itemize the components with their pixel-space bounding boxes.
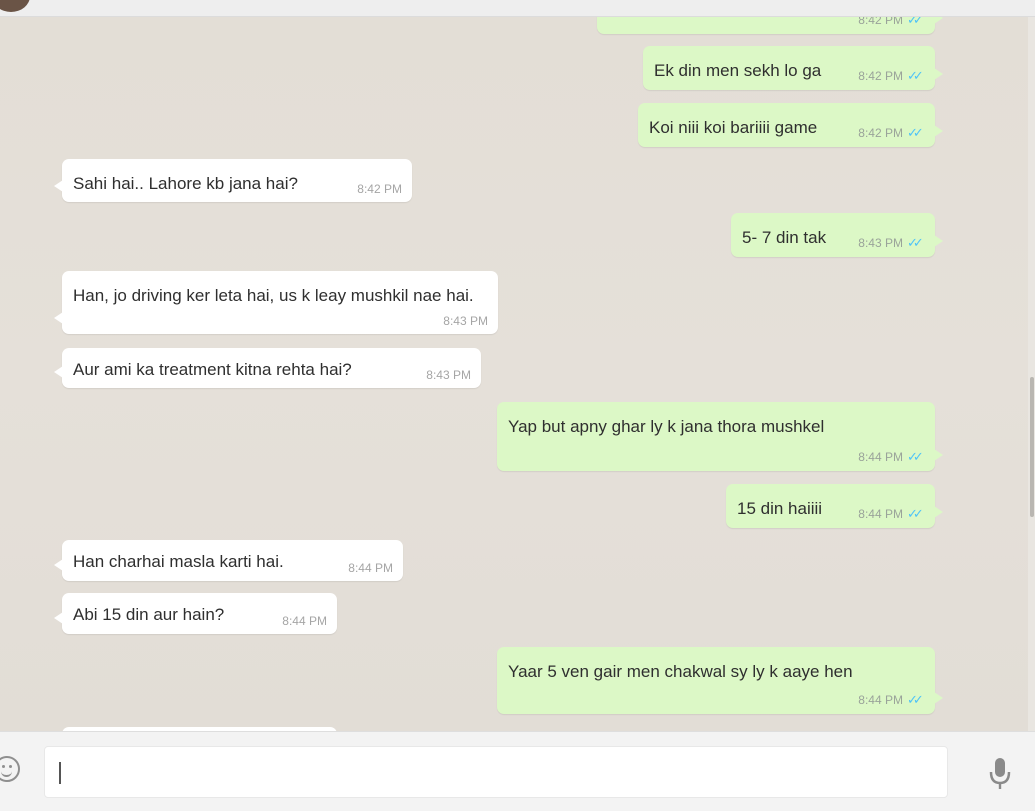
- message-text: Han charhai masla karti hai.: [73, 552, 284, 571]
- message-meta: 8:44 PM ✓✓: [858, 505, 925, 523]
- chat-window: 8:42 PM ✓✓ Ek din men sekh lo ga 8:42 PM…: [0, 0, 1035, 811]
- message-meta: 8:42 PM ✓✓: [858, 124, 925, 142]
- text-caret: [59, 762, 61, 784]
- scrollbar-thumb[interactable]: [1030, 377, 1034, 517]
- message-outgoing[interactable]: Koi niii koi bariiii game 8:42 PM ✓✓: [638, 103, 943, 147]
- message-meta: 8:42 PM ✓✓: [858, 17, 925, 29]
- message-text: Sahi hai.. Lahore kb jana hai?: [73, 174, 298, 193]
- message-outgoing[interactable]: 5- 7 din tak 8:43 PM ✓✓: [731, 213, 943, 257]
- message-time: 8:44 PM: [282, 613, 327, 628]
- message-time: 8:44 PM: [858, 450, 903, 465]
- double-check-icon: ✓✓: [907, 125, 924, 141]
- message-incoming[interactable]: Han charhai masla karti hai. 8:44 PM: [54, 540, 403, 581]
- message-meta: 8:42 PM: [357, 181, 402, 197]
- message-meta: 8:44 PM ✓✓: [858, 691, 925, 709]
- message-incoming[interactable]: Aur ami ka treatment kitna rehta hai? 8:…: [54, 348, 481, 388]
- message-incoming[interactable]: Han, jo driving ker leta hai, us k leay …: [54, 271, 498, 334]
- avatar[interactable]: [0, 0, 30, 12]
- double-check-icon: ✓✓: [907, 17, 924, 28]
- message-meta: 8:44 PM: [282, 613, 327, 629]
- message-time: 8:44 PM: [858, 693, 903, 708]
- message-time: 8:44 PM: [348, 560, 393, 575]
- message-meta: 8:43 PM ✓✓: [858, 234, 925, 252]
- message-text: Aur ami ka treatment kitna rehta hai?: [73, 360, 352, 379]
- message-outgoing[interactable]: Yap but apny ghar ly k jana thora mushke…: [497, 402, 943, 471]
- message-text: Yap but apny ghar ly k jana thora mushke…: [508, 417, 825, 436]
- message-incoming[interactable]: Abi 15 din aur hain? 8:44 PM: [54, 593, 337, 634]
- message-time: 8:42 PM: [858, 126, 903, 141]
- message-text: Yaar 5 ven gair men chakwal sy ly k aaye…: [508, 662, 853, 681]
- message-time: 8:42 PM: [357, 181, 402, 196]
- message-time: 8:42 PM: [858, 17, 903, 28]
- double-check-icon: ✓✓: [907, 506, 924, 522]
- message-time: 8:43 PM: [426, 367, 471, 382]
- message-input[interactable]: [44, 746, 948, 798]
- message-time: 8:44 PM: [858, 507, 903, 522]
- message-time: 8:43 PM: [443, 313, 488, 328]
- chat-header: [0, 0, 1035, 17]
- message-list[interactable]: 8:42 PM ✓✓ Ek din men sekh lo ga 8:42 PM…: [0, 17, 1028, 731]
- message-incoming[interactable]: Sahi hai.. Lahore kb jana hai? 8:42 PM: [54, 159, 412, 202]
- message-text: Han, jo driving ker leta hai, us k leay …: [73, 286, 474, 305]
- double-check-icon: ✓✓: [907, 235, 924, 251]
- double-check-icon: ✓✓: [907, 68, 924, 84]
- double-check-icon: ✓✓: [907, 449, 924, 465]
- mic-icon[interactable]: [986, 756, 1014, 792]
- message-meta: 8:43 PM: [443, 313, 488, 329]
- double-check-icon: ✓✓: [907, 692, 924, 708]
- message-time: 8:43 PM: [858, 236, 903, 251]
- message-outgoing[interactable]: 8:42 PM ✓✓: [597, 17, 943, 34]
- message-meta: 8:44 PM ✓✓: [858, 448, 925, 466]
- composer-bar: [0, 731, 1035, 811]
- message-outgoing[interactable]: 15 din haiiii 8:44 PM ✓✓: [726, 484, 943, 528]
- message-time: 8:42 PM: [858, 69, 903, 84]
- message-meta: 8:42 PM ✓✓: [858, 67, 925, 85]
- message-meta: 8:44 PM: [348, 560, 393, 576]
- message-meta: 8:43 PM: [426, 367, 471, 383]
- message-outgoing[interactable]: Ek din men sekh lo ga 8:42 PM ✓✓: [643, 46, 943, 90]
- message-outgoing[interactable]: Yaar 5 ven gair men chakwal sy ly k aaye…: [497, 647, 943, 714]
- scrollbar[interactable]: [1028, 17, 1035, 731]
- emoji-icon[interactable]: [0, 756, 20, 782]
